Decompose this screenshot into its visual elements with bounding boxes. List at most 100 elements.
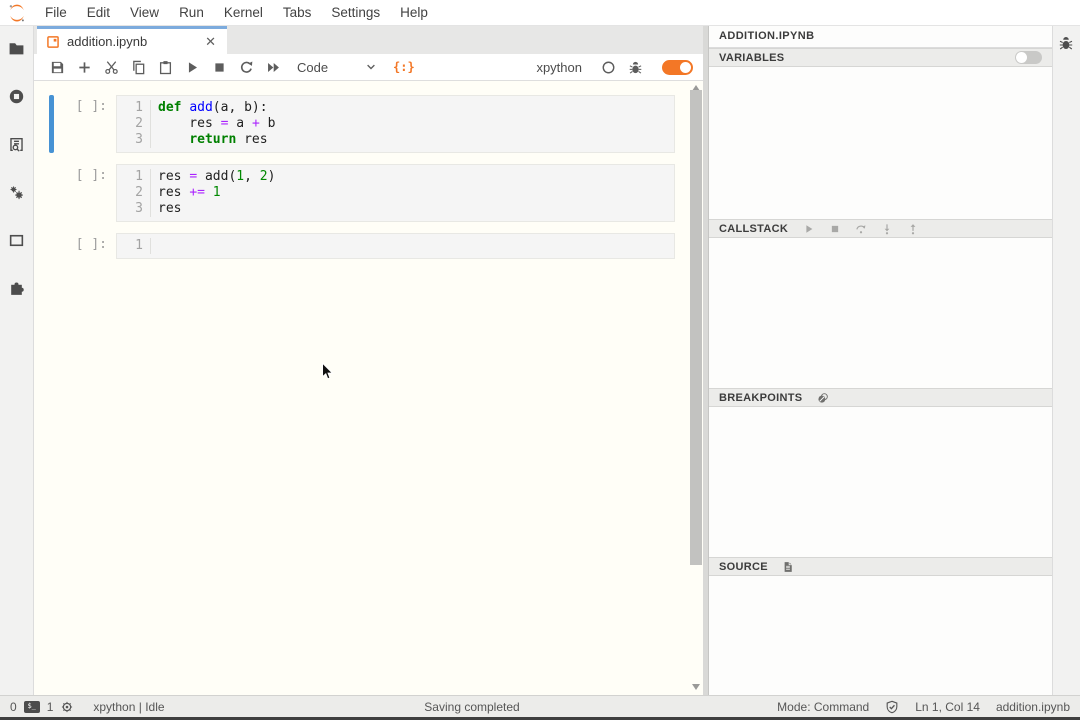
cell-prompt: [ ]: xyxy=(54,95,116,153)
main-area: addition.ipynb ✕ Code {:} xpython [ ]:12… xyxy=(34,26,703,695)
jupyterlab-window: FileEditViewRunKernelTabsSettingsHelp ad… xyxy=(0,0,1080,720)
run-cell-icon[interactable] xyxy=(179,56,206,78)
notebook-icon xyxy=(46,35,60,49)
command-palette-icon[interactable] xyxy=(8,135,26,153)
scrollbar-thumb[interactable] xyxy=(690,90,702,565)
toolbar-right: xpython xyxy=(536,56,693,78)
interrupt-kernel-icon[interactable] xyxy=(206,56,233,78)
notebook-scrollbar xyxy=(689,81,703,695)
notebook-cell-1[interactable]: [ ]:123def add(a, b): res = a + b return… xyxy=(49,95,675,153)
kernel-status-text[interactable]: xpython | Idle xyxy=(93,700,164,714)
debugger-panel-title: ADDITION.IPYNB xyxy=(709,26,1052,48)
source-actions xyxy=(782,560,795,573)
extension-manager-icon[interactable] xyxy=(8,279,26,297)
section-breakpoints-header[interactable]: BREAKPOINTS xyxy=(709,388,1052,407)
close-tab-icon[interactable]: ✕ xyxy=(203,34,218,50)
mouse-cursor xyxy=(321,362,335,382)
menu-bar: FileEditViewRunKernelTabsSettingsHelp xyxy=(0,0,1080,26)
status-left: 0 $_ 1 xpython | Idle xyxy=(10,700,165,714)
continue-icon[interactable] xyxy=(802,222,815,235)
menu-settings[interactable]: Settings xyxy=(321,0,390,26)
section-source-header[interactable]: SOURCE xyxy=(709,557,1052,576)
cell-code xyxy=(151,238,674,254)
cell-editor[interactable]: 123res = add(1, 2)res += 1res xyxy=(116,164,675,222)
cut-cells-icon[interactable] xyxy=(98,56,125,78)
cell-code: def add(a, b): res = a + b return res xyxy=(151,100,674,148)
open-source-file-icon[interactable] xyxy=(782,560,795,573)
scroll-down-icon[interactable] xyxy=(692,684,700,690)
source-body xyxy=(709,576,1052,695)
notebook-cell-2[interactable]: [ ]:123res = add(1, 2)res += 1res xyxy=(49,164,675,222)
menu-tabs[interactable]: Tabs xyxy=(273,0,322,26)
kernel-name-button[interactable]: xpython xyxy=(536,60,582,75)
paste-cells-icon[interactable] xyxy=(152,56,179,78)
debugger-panel: ADDITION.IPYNB VARIABLES CALLSTACK BREAK… xyxy=(708,26,1052,695)
step-in-icon[interactable] xyxy=(880,222,893,235)
insert-cell-icon[interactable] xyxy=(71,56,98,78)
property-inspector-icon[interactable] xyxy=(8,183,26,201)
kernels-count[interactable]: 1 xyxy=(47,700,54,714)
notification-text: Saving completed xyxy=(424,700,519,714)
status-bar: 0 $_ 1 xpython | Idle Saving completed M… xyxy=(0,695,1080,717)
bug-icon[interactable] xyxy=(622,56,649,78)
callstack-actions xyxy=(802,222,919,235)
copy-cells-icon[interactable] xyxy=(125,56,152,78)
line-numbers: 1 xyxy=(117,238,151,254)
terminals-count[interactable]: 0 xyxy=(10,700,17,714)
toolbar-left-icons xyxy=(44,56,287,78)
tab-bar: addition.ipynb ✕ xyxy=(34,26,703,54)
cell-code: res = add(1, 2)res += 1res xyxy=(151,169,674,217)
menu-kernel[interactable]: Kernel xyxy=(214,0,273,26)
cursor-position[interactable]: Ln 1, Col 14 xyxy=(915,700,980,714)
menu-edit[interactable]: Edit xyxy=(77,0,120,26)
code-format-button[interactable]: {:} xyxy=(393,60,415,74)
open-tabs-icon[interactable] xyxy=(8,231,26,249)
save-icon[interactable] xyxy=(44,56,71,78)
debugger-toggle[interactable] xyxy=(662,60,693,75)
tab-label: addition.ipynb xyxy=(67,34,196,49)
left-sidebar xyxy=(0,26,34,695)
menu-run[interactable]: Run xyxy=(169,0,214,26)
restart-kernel-icon[interactable] xyxy=(233,56,260,78)
terminate-icon[interactable] xyxy=(828,222,841,235)
cell-editor[interactable]: 123def add(a, b): res = a + b return res xyxy=(116,95,675,153)
bug-icon[interactable] xyxy=(1058,35,1075,52)
menu-view[interactable]: View xyxy=(120,0,169,26)
file-browser-icon[interactable] xyxy=(8,39,26,57)
notebook-content[interactable]: [ ]:123def add(a, b): res = a + b return… xyxy=(34,81,703,695)
running-kernels-icon[interactable] xyxy=(8,87,26,105)
chevron-down-icon xyxy=(365,61,377,73)
toolbar-right-icons xyxy=(595,56,649,78)
kernel-icon xyxy=(60,700,74,714)
mode-indicator[interactable]: Mode: Command xyxy=(777,700,869,714)
breakpoints-actions xyxy=(816,391,829,404)
step-over-icon[interactable] xyxy=(854,222,867,235)
run-all-cells-icon[interactable] xyxy=(260,56,287,78)
tab-addition-ipynb[interactable]: addition.ipynb ✕ xyxy=(37,26,227,54)
notebook-cell-3[interactable]: [ ]:1 xyxy=(49,233,675,259)
jupyter-logo xyxy=(7,3,27,23)
cells: [ ]:123def add(a, b): res = a + b return… xyxy=(34,81,703,259)
menu-help[interactable]: Help xyxy=(390,0,438,26)
section-callstack-header[interactable]: CALLSTACK xyxy=(709,219,1052,238)
section-variables-header[interactable]: VARIABLES xyxy=(709,48,1052,67)
remove-all-breakpoints-icon[interactable] xyxy=(816,391,829,404)
line-numbers: 123 xyxy=(117,100,151,148)
cell-type-dropdown[interactable]: Code xyxy=(297,60,377,75)
kernel-status-icon xyxy=(595,56,622,78)
variables-view-toggle[interactable] xyxy=(1015,51,1042,64)
callstack-body xyxy=(709,238,1052,388)
section-label: BREAKPOINTS xyxy=(719,392,802,404)
cell-prompt: [ ]: xyxy=(54,164,116,222)
step-out-icon[interactable] xyxy=(906,222,919,235)
toggle-knob xyxy=(680,62,691,73)
menu-file[interactable]: File xyxy=(35,0,77,26)
cell-editor[interactable]: 1 xyxy=(116,233,675,259)
notebook-toolbar: Code {:} xpython xyxy=(34,54,703,81)
toggle-knob xyxy=(1016,52,1027,63)
right-sidebar xyxy=(1052,26,1080,695)
section-label: CALLSTACK xyxy=(719,223,788,235)
terminal-icon: $_ xyxy=(24,701,40,713)
breakpoints-body xyxy=(709,407,1052,557)
trust-shield-icon xyxy=(885,700,899,714)
